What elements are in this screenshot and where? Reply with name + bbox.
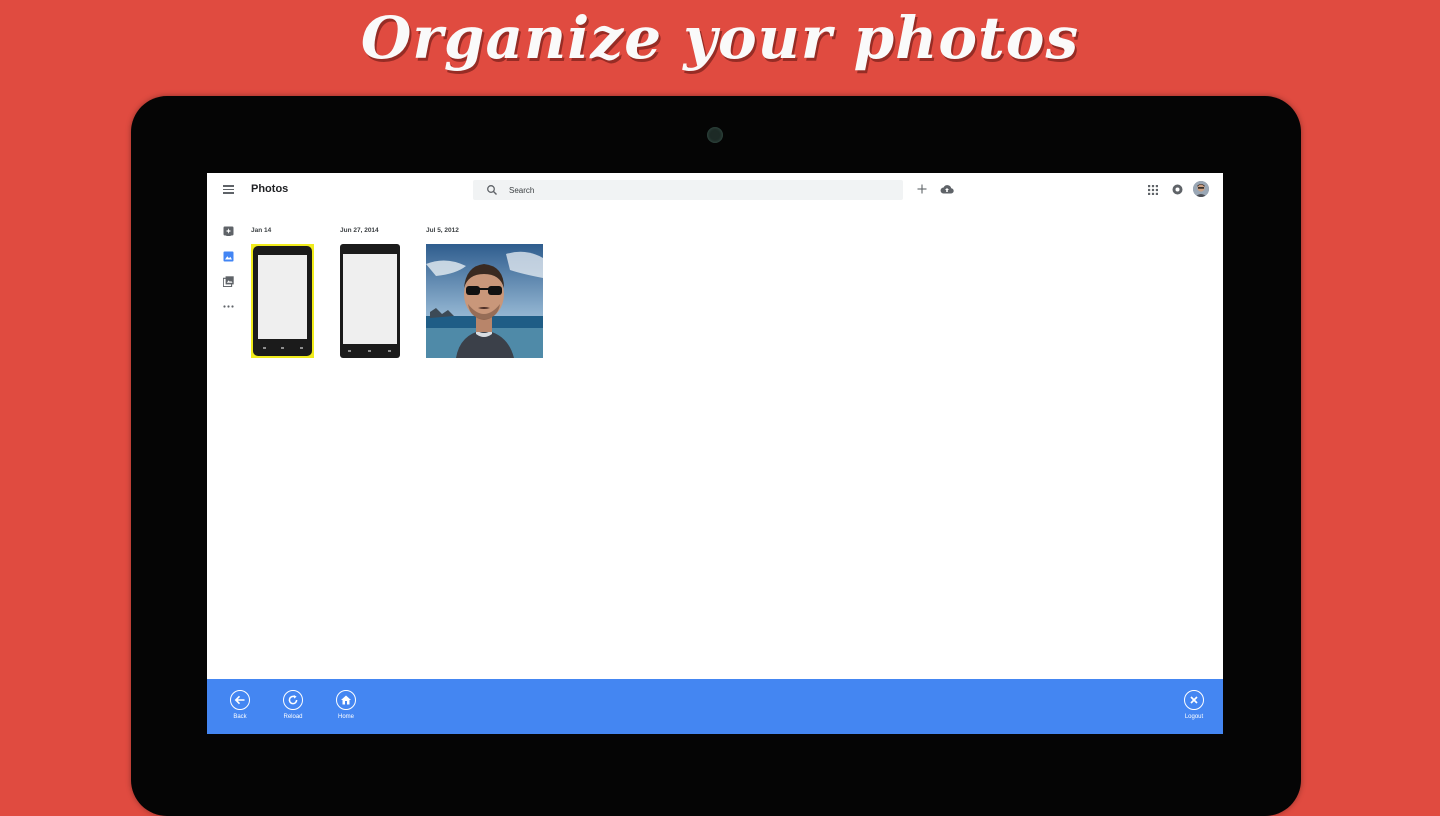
home-icon [341,695,351,705]
notifications-icon[interactable] [1172,184,1183,195]
search-icon [487,185,497,195]
search-input[interactable] [509,182,889,198]
user-avatar[interactable] [1193,181,1209,197]
app-title: Photos [251,183,289,195]
more-icon[interactable] [223,301,234,312]
phone-image [340,244,400,358]
photo-thumbnail[interactable] [426,244,543,358]
promo-headline: Organize your photos [360,4,1080,72]
logout-label: Logout [1184,714,1204,720]
search-bar[interactable] [473,180,903,200]
app-screen: Photos Search Jan 14 Jun 27, 2014 Jul 5,… [207,173,1223,734]
portrait-photo [426,244,543,358]
arrow-left-icon [234,695,245,705]
refresh-icon [288,695,298,705]
phone-image [253,246,312,356]
date-label: Jan 14 [251,227,272,234]
logout-button[interactable]: Logout [1170,688,1220,732]
front-camera [707,127,723,143]
back-label: Back [233,714,247,720]
app-bar: Back Reload Home Logout [207,679,1223,734]
cloud-upload-icon[interactable] [940,184,954,194]
home-button[interactable]: Home [322,688,372,732]
photos-icon[interactable] [223,251,234,262]
top-bar: Photos [207,173,1223,206]
close-icon [1190,696,1198,704]
albums-icon[interactable] [223,276,234,287]
photo-thumbnail-selected[interactable] [251,244,314,358]
photo-thumbnail[interactable] [340,244,401,358]
reload-label: Reload [283,714,303,720]
date-label: Jul 5, 2012 [426,227,459,234]
home-label: Home [337,714,354,720]
hamburger-menu-icon[interactable] [223,185,234,194]
reload-button[interactable]: Reload [269,688,319,732]
plus-icon[interactable] [917,184,927,194]
back-button[interactable]: Back [216,688,266,732]
date-label: Jun 27, 2014 [340,227,379,234]
assistant-icon[interactable] [223,226,234,237]
apps-grid-icon[interactable] [1148,185,1158,195]
